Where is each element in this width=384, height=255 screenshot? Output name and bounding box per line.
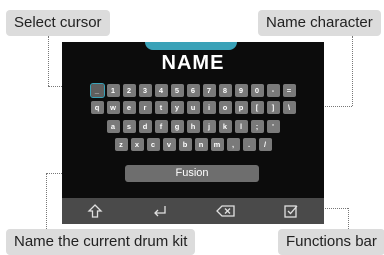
- keyboard-key[interactable]: l: [234, 120, 248, 133]
- keyboard-key[interactable]: ': [266, 120, 280, 133]
- keyboard-key[interactable]: \: [282, 101, 296, 114]
- keyboard-key[interactable]: g: [170, 120, 184, 133]
- keyboard-key[interactable]: j: [202, 120, 216, 133]
- keyboard-key[interactable]: ,: [226, 138, 240, 151]
- keyboard-key[interactable]: .: [242, 138, 256, 151]
- leader-name-character: [352, 36, 353, 106]
- device-screen: NAME _ 1 2 3 4 5 6 7 8 9 0- = q w e r t y u i o p[] \ asdfghj…: [62, 42, 324, 224]
- key-cursor-selected[interactable]: _: [89, 83, 105, 98]
- backspace-button[interactable]: [206, 198, 246, 224]
- keyboard-key[interactable]: u: [186, 101, 200, 114]
- keyboard-key[interactable]: n: [194, 138, 208, 151]
- callout-name-kit: Name the current drum kit: [6, 229, 196, 255]
- keyboard-key[interactable]: w: [106, 101, 120, 114]
- kit-name-field[interactable]: Fusion: [125, 165, 259, 182]
- callout-name-character: Name character: [258, 10, 381, 36]
- confirm-button[interactable]: [271, 198, 311, 224]
- keyboard-key[interactable]: /: [258, 138, 272, 151]
- keyboard-key[interactable]: 5: [170, 84, 184, 97]
- shift-button[interactable]: [75, 198, 115, 224]
- keyboard-key[interactable]: 1: [106, 84, 120, 97]
- leader-select-cursor: [48, 36, 49, 86]
- header-tab: [145, 42, 237, 50]
- shift-arrow-icon: [87, 204, 103, 218]
- keyboard-key[interactable]: 8: [218, 84, 232, 97]
- keyboard-row-4: z x c v b n m,. /: [62, 138, 324, 151]
- keyboard-key[interactable]: h: [186, 120, 200, 133]
- backspace-icon: [215, 205, 235, 217]
- callout-select-cursor: Select cursor: [6, 10, 110, 36]
- keyboard-key[interactable]: p: [234, 101, 248, 114]
- keyboard-key[interactable]: a: [106, 120, 120, 133]
- keyboard-row-3: a s d f g h j k l; ': [62, 120, 324, 133]
- keyboard-key[interactable]: e: [122, 101, 136, 114]
- keyboard-key[interactable]: 9: [234, 84, 248, 97]
- keyboard-key[interactable]: =: [282, 84, 296, 97]
- keyboard-key[interactable]: m: [210, 138, 224, 151]
- keyboard-key[interactable]: v: [162, 138, 176, 151]
- keyboard-key[interactable]: d: [138, 120, 152, 133]
- keyboard-row-1: _ 1 2 3 4 5 6 7 8 9 0- =: [62, 83, 324, 98]
- leader-functions-bar: [348, 208, 349, 229]
- keyboard-key[interactable]: r: [138, 101, 152, 114]
- keyboard-key[interactable]: x: [130, 138, 144, 151]
- keyboard-key[interactable]: b: [178, 138, 192, 151]
- screen-title: NAME: [161, 52, 225, 74]
- keyboard-row-2: q w e r t y u i o p[] \: [62, 101, 324, 114]
- return-button[interactable]: [140, 198, 180, 224]
- confirm-checkbox-icon: [284, 205, 298, 218]
- callout-functions-bar: Functions bar: [278, 229, 384, 255]
- keyboard-key[interactable]: ]: [266, 101, 280, 114]
- keyboard-key[interactable]: 0: [250, 84, 264, 97]
- keyboard-key[interactable]: 7: [202, 84, 216, 97]
- keyboard-key[interactable]: 3: [138, 84, 152, 97]
- keyboard-key[interactable]: [: [250, 101, 264, 114]
- keyboard-key[interactable]: o: [218, 101, 232, 114]
- return-icon: [154, 206, 166, 217]
- keyboard-key[interactable]: q: [90, 101, 104, 114]
- keyboard-key[interactable]: c: [146, 138, 160, 151]
- keyboard-key[interactable]: i: [202, 101, 216, 114]
- keyboard-key[interactable]: k: [218, 120, 232, 133]
- keyboard-key[interactable]: s: [122, 120, 136, 133]
- keyboard-key[interactable]: -: [266, 84, 280, 97]
- keyboard-key[interactable]: y: [170, 101, 184, 114]
- functions-bar: [62, 198, 324, 224]
- keyboard-key[interactable]: 4: [154, 84, 168, 97]
- keyboard-key[interactable]: f: [154, 120, 168, 133]
- keyboard-key[interactable]: 2: [122, 84, 136, 97]
- keyboard-key[interactable]: t: [154, 101, 168, 114]
- keyboard-key[interactable]: z: [114, 138, 128, 151]
- keyboard-key[interactable]: ;: [250, 120, 264, 133]
- keyboard-key[interactable]: 6: [186, 84, 200, 97]
- leader-name-kit: [46, 173, 47, 229]
